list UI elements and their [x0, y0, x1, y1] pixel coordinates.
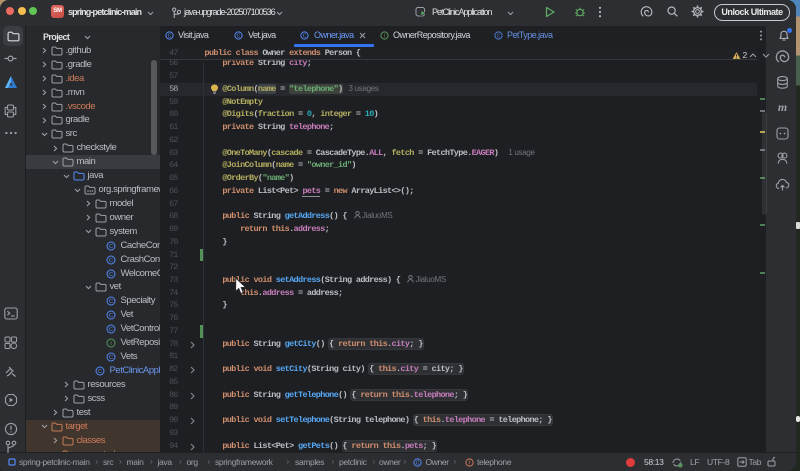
svg-text:C: C: [496, 33, 500, 39]
svg-text:C: C: [109, 258, 113, 264]
svg-text:C: C: [109, 327, 113, 333]
svg-text:C: C: [109, 244, 113, 250]
svg-text:C: C: [109, 272, 113, 278]
svg-text:I: I: [383, 33, 384, 39]
svg-text:C: C: [98, 369, 102, 375]
svg-text:C: C: [109, 313, 113, 319]
svg-text:C: C: [303, 33, 307, 39]
svg-text:I: I: [110, 341, 112, 347]
svg-text:C: C: [415, 460, 419, 466]
svg-text:C: C: [109, 355, 113, 361]
svg-text:C: C: [236, 33, 240, 39]
svg-text:C: C: [109, 300, 113, 306]
svg-text:C: C: [167, 33, 171, 39]
